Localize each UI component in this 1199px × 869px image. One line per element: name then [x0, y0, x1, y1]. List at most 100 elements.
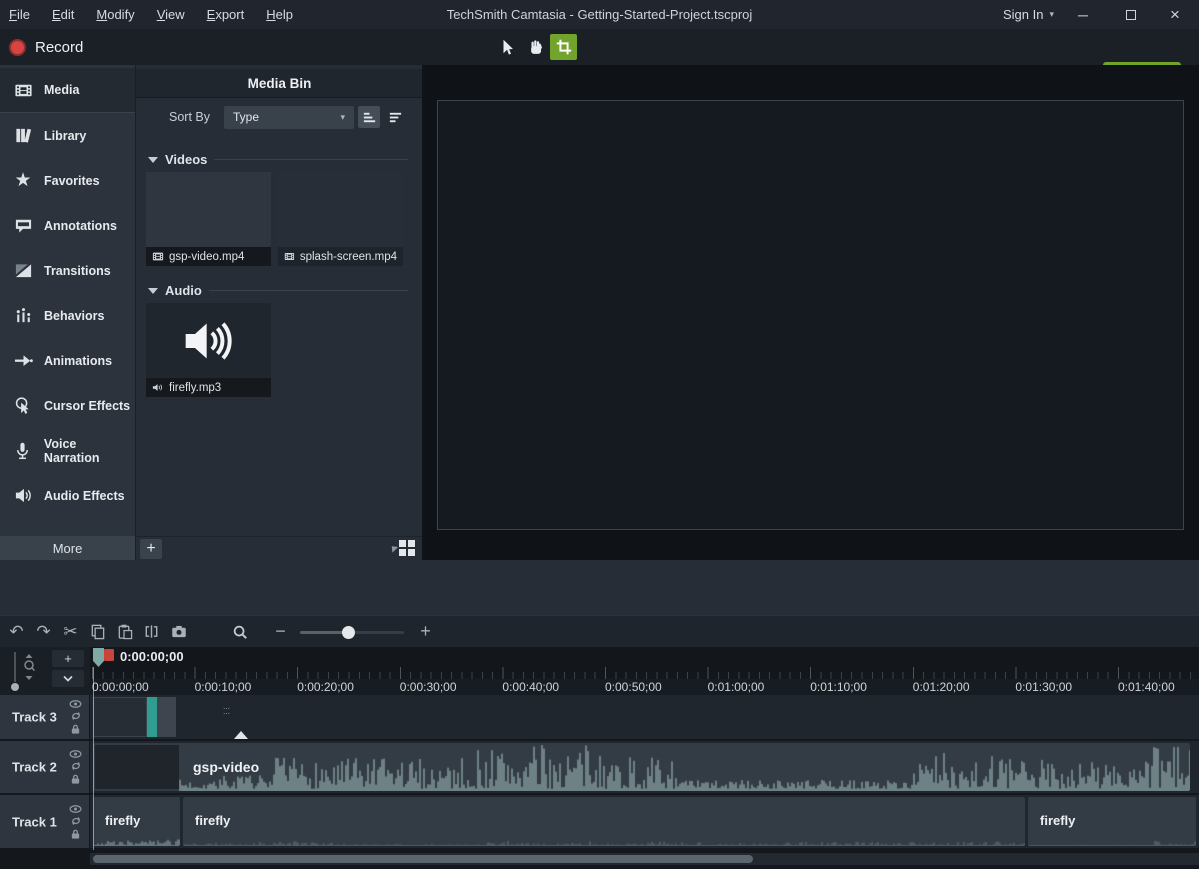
collapse-tracks-button[interactable] — [52, 670, 84, 687]
audio-section-header[interactable]: Audio — [148, 282, 408, 299]
sign-in-menu[interactable]: Sign In ▾ — [1003, 0, 1054, 29]
sidebar-item-library[interactable]: Library — [0, 113, 135, 158]
loop-icon[interactable] — [70, 761, 82, 772]
scrollbar-thumb[interactable] — [93, 855, 753, 863]
sort-row: Sort By Type ▾ — [136, 98, 423, 136]
loop-icon[interactable] — [70, 815, 82, 826]
select-tool-button[interactable] — [494, 34, 521, 60]
media-item-gsp-video[interactable]: gsp-video.mp4 — [146, 172, 271, 266]
chevron-down-icon: ▾ — [1049, 9, 1054, 20]
canvas[interactable] — [437, 100, 1184, 530]
ruler-label: 0:01:20;00 — [913, 680, 970, 694]
camera-icon — [170, 623, 188, 640]
slider-handle[interactable] — [342, 626, 355, 639]
undo-icon: ↶ — [9, 623, 23, 640]
eye-icon[interactable] — [69, 700, 82, 709]
sidebar-item-transitions[interactable]: Transitions — [0, 248, 135, 293]
clip-label: firefly — [195, 813, 230, 828]
ruler-ticks — [90, 667, 1199, 679]
timeline-zoom-button[interactable] — [226, 620, 253, 644]
sidebar-item-cursor-effects[interactable]: Cursor Effects — [0, 383, 135, 428]
menu-export[interactable]: Export — [207, 7, 245, 22]
track-name: Track 1 — [12, 814, 57, 829]
filmstrip-icon — [152, 251, 164, 262]
sidebar-item-animations[interactable]: Animations — [0, 338, 135, 383]
lock-icon[interactable] — [70, 724, 81, 735]
timeline-clip-firefly-2[interactable]: firefly — [183, 797, 1025, 846]
redo-button[interactable]: ↷ — [30, 620, 57, 644]
sort-desc-icon — [388, 110, 403, 125]
eye-icon[interactable] — [69, 804, 82, 813]
screenshot-button[interactable] — [165, 620, 192, 644]
add-track-button[interactable]: + — [52, 650, 84, 667]
video-thumbnail — [278, 172, 403, 247]
menu-edit[interactable]: Edit — [52, 7, 74, 22]
add-media-button[interactable]: + — [140, 539, 162, 559]
lock-icon[interactable] — [70, 828, 81, 839]
timeline-clip-gsp-video[interactable]: gsp-video — [93, 743, 1190, 791]
timeline-clip-firefly-3[interactable]: firefly — [1028, 797, 1196, 846]
horizontal-scrollbar[interactable] — [90, 853, 1199, 865]
sort-by-dropdown[interactable]: Type ▾ — [224, 106, 354, 129]
sidebar-item-label: Transitions — [44, 264, 111, 278]
videos-section-header[interactable]: Videos — [148, 151, 408, 168]
track-3-header: Track 3 — [0, 695, 90, 739]
timeline-clip-annotation[interactable]: ⋯⋯ — [93, 697, 176, 737]
ruler-label: 0:00:00;00 — [92, 680, 149, 694]
sort-ascending-button[interactable] — [358, 106, 380, 128]
sort-descending-button[interactable] — [384, 106, 406, 128]
maximize-button[interactable] — [1114, 0, 1148, 29]
menu-file[interactable]: File — [9, 7, 30, 22]
star-icon: ★ — [13, 171, 33, 191]
sidebar-item-behaviors[interactable]: Behaviors — [0, 293, 135, 338]
playhead-line[interactable] — [93, 667, 94, 850]
media-item-splash-screen[interactable]: splash-screen.mp4 — [278, 172, 403, 266]
zoom-in-button[interactable]: + — [412, 620, 439, 644]
view-mode-button[interactable] — [391, 540, 415, 556]
lock-icon[interactable] — [70, 774, 81, 785]
audio-thumbnail — [146, 303, 271, 378]
slider-track — [350, 631, 404, 634]
paste-icon — [116, 623, 133, 640]
track-1-lane[interactable]: firefly firefly firefly — [90, 795, 1199, 848]
menu-view[interactable]: View — [157, 7, 185, 22]
track-2-lane[interactable]: gsp-video — [90, 741, 1199, 793]
menu-modify[interactable]: Modify — [96, 7, 134, 22]
menu-help[interactable]: Help — [266, 7, 293, 22]
track-3-lane[interactable]: ⋯⋯ — [90, 695, 1199, 739]
timeline-clip-firefly-1[interactable]: firefly — [93, 797, 180, 846]
clip-label: firefly — [105, 813, 140, 828]
sidebar-item-voice-narration[interactable]: Voice Narration — [0, 428, 135, 473]
record-button[interactable]: Record — [9, 32, 83, 62]
timeline-zoom-slider[interactable] — [300, 620, 404, 644]
close-button[interactable]: × — [1158, 0, 1192, 29]
pan-tool-button[interactable] — [522, 34, 549, 60]
filmstrip-icon — [284, 251, 295, 262]
timeline-toolbar: ↶ ↷ ✂ − + — [0, 615, 1199, 647]
sort-by-label: Sort By — [169, 110, 210, 124]
media-item-firefly[interactable]: firefly.mp3 — [146, 303, 271, 397]
sidebar-more-button[interactable]: More — [0, 536, 135, 560]
undo-button[interactable]: ↶ — [3, 620, 30, 644]
playhead-in-out-handle[interactable] — [104, 649, 114, 661]
eye-icon[interactable] — [69, 750, 82, 759]
split-button[interactable] — [138, 620, 165, 644]
sidebar-item-media[interactable]: Media — [0, 68, 135, 113]
cut-button[interactable]: ✂ — [57, 620, 84, 644]
sidebar-item-label: Audio Effects — [44, 489, 125, 503]
minimize-button[interactable]: ─ — [1066, 0, 1100, 29]
loop-icon[interactable] — [70, 711, 82, 722]
zoom-out-button[interactable]: − — [267, 620, 294, 644]
copy-icon — [89, 623, 106, 640]
sidebar-item-annotations[interactable]: Annotations — [0, 203, 135, 248]
timeline-ruler[interactable]: 0:00:00;00 0:00:00;000:00:10;000:00:20;0… — [90, 647, 1199, 695]
paste-button[interactable] — [111, 620, 138, 644]
speech-bubble-icon — [13, 216, 33, 236]
crop-tool-button[interactable] — [550, 34, 577, 60]
media-item-name: gsp-video.mp4 — [169, 251, 244, 263]
transition-marker-icon[interactable] — [234, 731, 248, 739]
copy-button[interactable] — [84, 620, 111, 644]
sidebar-item-audio-effects[interactable]: Audio Effects — [0, 473, 135, 518]
playhead-handle[interactable] — [93, 648, 104, 667]
sidebar-item-favorites[interactable]: ★ Favorites — [0, 158, 135, 203]
